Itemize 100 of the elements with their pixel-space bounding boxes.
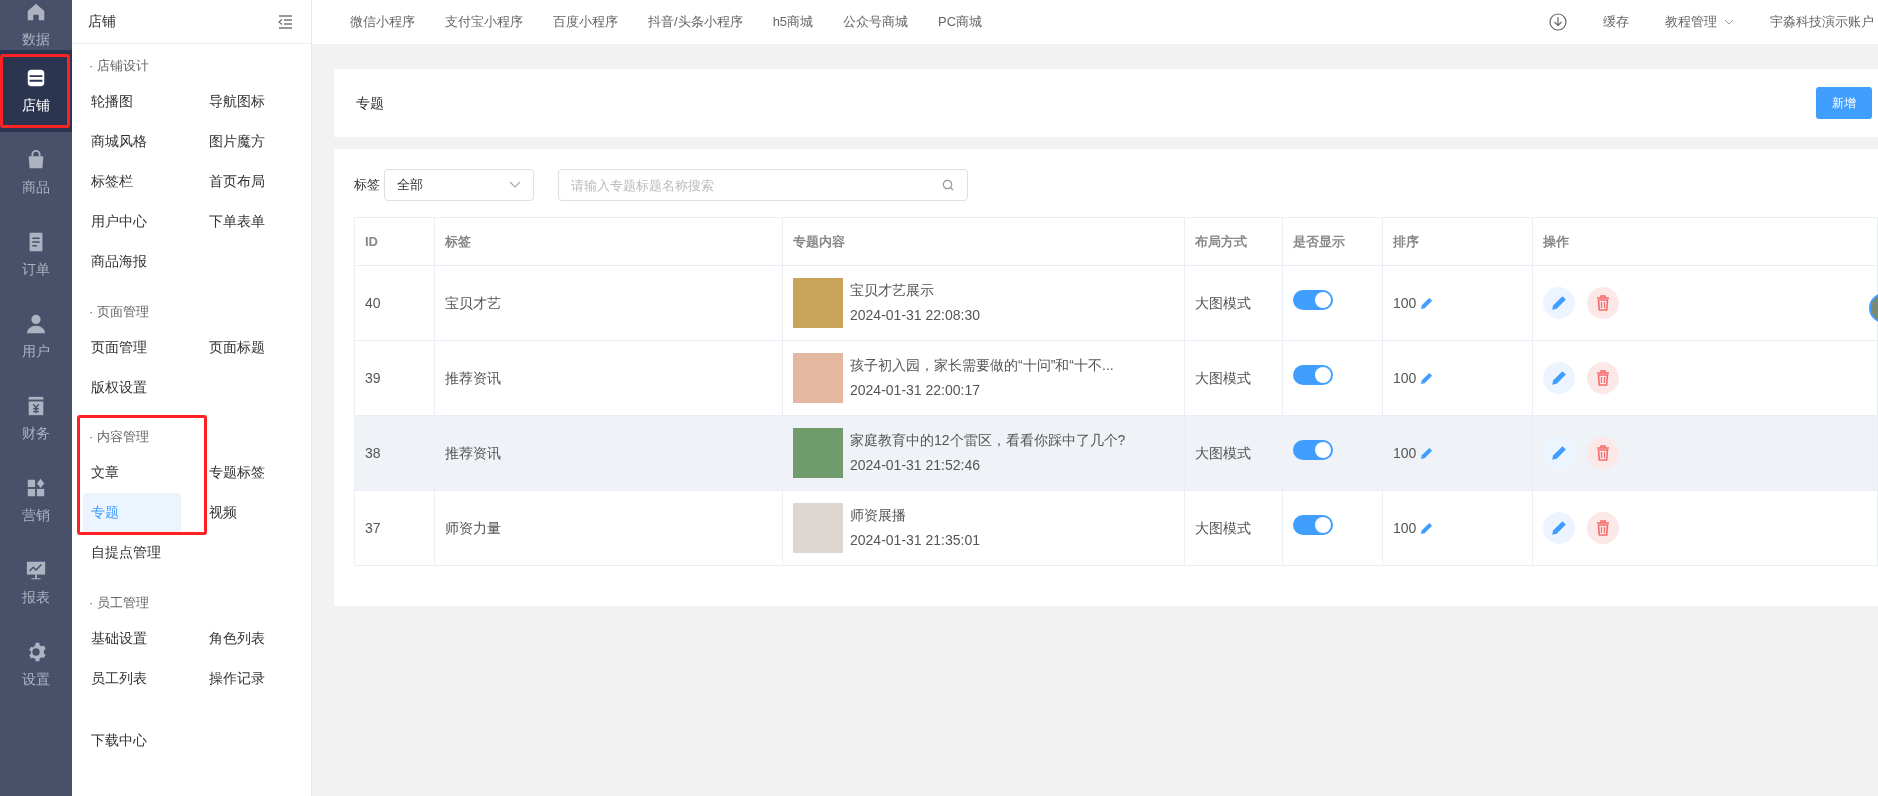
sidebar-item[interactable]: 操作记录 — [201, 658, 291, 698]
edit-button[interactable] — [1543, 437, 1575, 469]
edit-button[interactable] — [1543, 362, 1575, 394]
id-cell: 38 — [354, 415, 435, 491]
layout-cell: 大图模式 — [1184, 340, 1283, 416]
section-title: · 员工管理 — [88, 593, 150, 612]
platform-tab[interactable]: 微信小程序 — [350, 12, 415, 32]
topic-title: 宝贝才艺展示 — [850, 281, 935, 301]
visibility-toggle[interactable] — [1293, 290, 1333, 310]
trash-icon — [1596, 520, 1610, 536]
collapse-menu-icon[interactable] — [277, 14, 293, 29]
delete-button[interactable] — [1587, 287, 1619, 319]
platform-tab[interactable]: h5商城 — [772, 12, 814, 32]
rail-item[interactable]: 用户 — [0, 296, 72, 378]
id-cell: 39 — [354, 340, 435, 416]
rail-item[interactable]: 数据 — [0, 0, 72, 50]
photo-placeholder — [793, 353, 843, 403]
pencil-icon — [1551, 370, 1567, 386]
rail-item[interactable]: 商品 — [0, 132, 72, 214]
sidebar-item[interactable]: 商品海报 — [83, 241, 181, 282]
photo-placeholder — [793, 278, 843, 328]
sidebar-item[interactable]: 页面管理 — [83, 327, 181, 367]
tutorial-menu[interactable]: 教程管理 — [1665, 12, 1734, 32]
platform-tab[interactable]: 公众号商城 — [843, 12, 909, 32]
section-title: · 页面管理 — [88, 302, 150, 321]
column-header: 专题内容 — [782, 217, 1185, 266]
tag-select[interactable]: 全部 — [384, 169, 534, 201]
sidebar-item[interactable]: 专题标签 — [201, 452, 291, 493]
sidebar-item[interactable]: 轮播图 — [83, 81, 181, 122]
caret-icon — [1724, 19, 1734, 25]
sidebar-item[interactable]: 页面标题 — [201, 327, 291, 367]
pencil-icon[interactable] — [1419, 446, 1433, 460]
user-icon — [25, 312, 47, 335]
sidebar-item[interactable]: 标签栏 — [83, 161, 181, 202]
delete-button[interactable] — [1587, 362, 1619, 394]
sidebar-item[interactable]: 用户中心 — [83, 201, 181, 242]
sidebar-item[interactable]: 商城风格 — [83, 121, 181, 162]
account-menu[interactable]: 宇淼科技演示账户 — [1770, 12, 1874, 32]
search-icon — [942, 179, 954, 191]
tag-cell: 宝贝才艺 — [434, 265, 783, 341]
column-header: ID — [354, 217, 435, 266]
rail-item[interactable]: 财务 — [0, 378, 72, 460]
layout-cell: 大图模式 — [1184, 490, 1283, 566]
layout-cell: 大图模式 — [1184, 265, 1283, 341]
search-field[interactable]: 请输入专题标题名称搜索 — [558, 169, 968, 201]
pencil-icon[interactable] — [1419, 296, 1433, 310]
column-header: 布局方式 — [1184, 217, 1283, 266]
sidebar-item[interactable]: 图片魔方 — [201, 121, 291, 162]
delete-button[interactable] — [1587, 512, 1619, 544]
photo-placeholder — [793, 503, 843, 553]
topic-time: 2024-01-31 22:08:30 — [850, 305, 980, 325]
trash-icon — [1596, 295, 1610, 311]
tag-cell: 推荐资讯 — [434, 415, 783, 491]
section-title: · 店铺设计 — [88, 57, 150, 75]
id-cell: 37 — [354, 490, 435, 566]
layout-cell: 大图模式 — [1184, 415, 1283, 491]
visibility-toggle[interactable] — [1293, 365, 1333, 385]
sidebar-item[interactable]: 下单表单 — [201, 201, 291, 242]
platform-tab[interactable]: PC商城 — [938, 12, 983, 32]
sidebar-item[interactable]: 导航图标 — [201, 81, 291, 122]
pencil-icon[interactable] — [1419, 521, 1433, 535]
photo-placeholder — [793, 428, 843, 478]
topic-time: 2024-01-31 21:52:46 — [850, 455, 981, 475]
sidebar-item[interactable]: 视频 — [201, 492, 291, 533]
pencil-icon[interactable] — [1419, 371, 1433, 385]
topic-title: 孩子初入园，家长需要做的“十问”和“十不... — [850, 356, 1114, 376]
tag-cell: 推荐资讯 — [434, 340, 783, 416]
page-title: 专题 — [356, 93, 384, 113]
visibility-toggle[interactable] — [1293, 440, 1333, 460]
platform-tab[interactable]: 支付宝小程序 — [445, 12, 523, 32]
sort-value: 100 — [1393, 518, 1417, 538]
topic-title: 师资展播 — [850, 506, 907, 526]
rail-item[interactable]: 营销 — [0, 460, 72, 542]
sidebar-item[interactable]: 版权设置 — [83, 367, 181, 407]
column-header: 排序 — [1382, 217, 1533, 266]
edit-button[interactable] — [1543, 512, 1575, 544]
rail-item[interactable]: 报表 — [0, 542, 72, 624]
delete-button[interactable] — [1587, 437, 1619, 469]
rail-item[interactable]: 订单 — [0, 214, 72, 296]
edit-button[interactable] — [1543, 287, 1575, 319]
sidebar-item[interactable]: 基础设置 — [83, 618, 181, 658]
platform-tab[interactable]: 百度小程序 — [553, 12, 618, 32]
download-icon[interactable] — [1549, 13, 1567, 31]
chevron-down-icon — [509, 181, 521, 189]
sidebar-item[interactable]: 角色列表 — [201, 618, 291, 658]
tag-cell: 师资力量 — [434, 490, 783, 566]
platform-tab[interactable]: 抖音/头条小程序 — [648, 12, 743, 32]
sort-value: 100 — [1393, 293, 1417, 313]
topic-title: 家庭教育中的12个雷区，看看你踩中了几个? — [850, 431, 1126, 451]
rail-item[interactable]: 设置 — [0, 624, 72, 706]
pencil-icon — [1551, 445, 1567, 461]
sidebar-item[interactable]: 员工列表 — [83, 658, 181, 698]
sidebar-item[interactable]: 下载中心 — [83, 720, 181, 760]
cache-link[interactable]: 缓存 — [1603, 12, 1629, 32]
visibility-toggle[interactable] — [1293, 515, 1333, 535]
sidebar-item[interactable]: 首页布局 — [201, 161, 291, 202]
sidebar-item[interactable]: 自提点管理 — [83, 532, 181, 573]
sort-value: 100 — [1393, 368, 1417, 388]
grid-icon — [25, 476, 47, 499]
sidebar-item[interactable]: 文章 — [83, 452, 181, 493]
